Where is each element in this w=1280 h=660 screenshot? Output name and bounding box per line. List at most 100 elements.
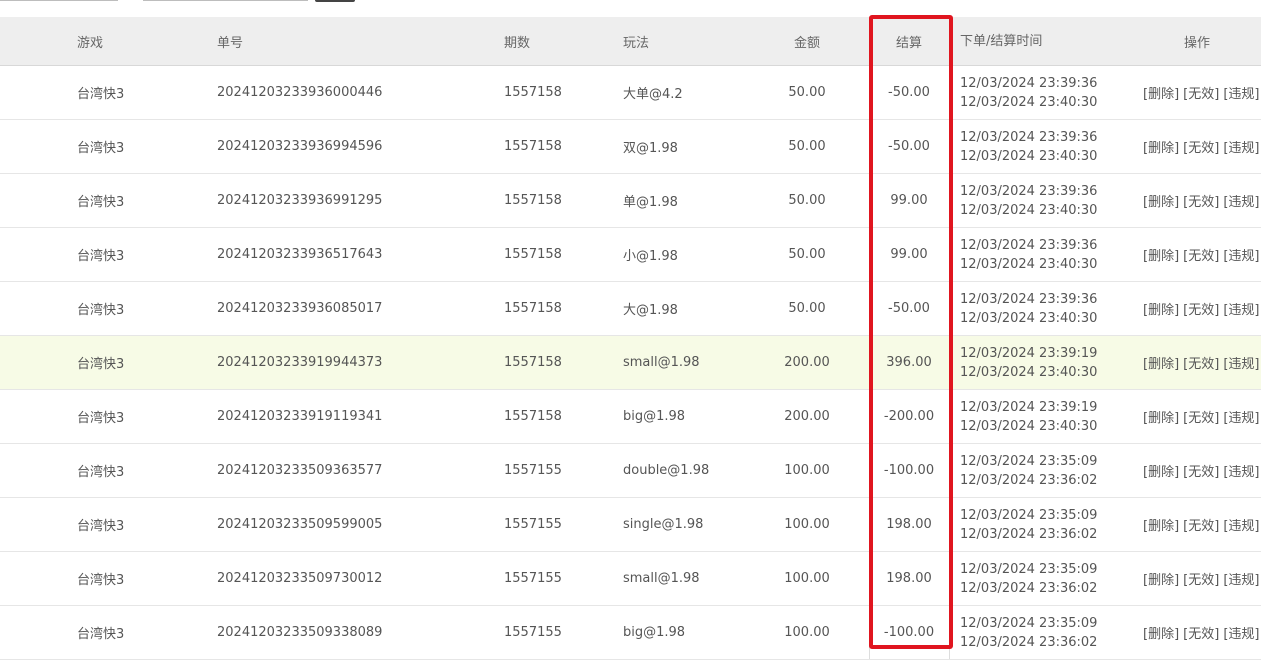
column-divider	[869, 552, 870, 605]
column-divider	[949, 552, 950, 605]
delete-link[interactable]: [删除]	[1143, 407, 1179, 426]
cell-settle: 198.00	[886, 571, 932, 586]
column-divider	[949, 444, 950, 497]
invalid-link[interactable]: [无效]	[1183, 137, 1219, 156]
invalid-link[interactable]: [无效]	[1183, 515, 1219, 534]
col-header-order-no: 单号	[217, 35, 244, 51]
cell-period: 1557155	[504, 463, 562, 478]
invalid-link[interactable]: [无效]	[1183, 407, 1219, 426]
cell-game: 台湾快3	[77, 357, 125, 372]
delete-link[interactable]: [删除]	[1143, 515, 1179, 534]
violation-link[interactable]: [违规]	[1223, 569, 1259, 588]
cell-amount: 100.00	[784, 571, 830, 586]
invalid-link[interactable]: [无效]	[1183, 623, 1219, 642]
filter-input-end[interactable]	[143, 0, 308, 1]
delete-link[interactable]: [删除]	[1143, 623, 1179, 642]
col-header-settle: 结算	[895, 35, 922, 51]
violation-link[interactable]: [违规]	[1223, 515, 1259, 534]
cell-game: 台湾快3	[77, 627, 125, 642]
column-divider	[869, 606, 870, 659]
violation-link[interactable]: [违规]	[1223, 407, 1259, 426]
cell-time: 12/03/2024 23:35:09 12/03/2024 23:36:02	[960, 498, 1097, 551]
cell-game: 台湾快3	[77, 519, 125, 534]
cell-play: 单@1.98	[623, 195, 678, 210]
column-divider	[949, 17, 950, 65]
violation-link[interactable]: [违规]	[1223, 83, 1259, 102]
cell-order-no: 20241203233936000446	[217, 85, 383, 100]
order-time: 12/03/2024 23:35:09	[960, 453, 1098, 469]
delete-link[interactable]: [删除]	[1143, 83, 1179, 102]
cell-ops: [删除] [无效] [违规]	[1143, 174, 1259, 227]
cell-play: single@1.98	[623, 517, 704, 532]
delete-link[interactable]: [删除]	[1143, 137, 1179, 156]
violation-link[interactable]: [违规]	[1223, 245, 1259, 264]
delete-link[interactable]: [删除]	[1143, 353, 1179, 372]
cell-ops: [删除] [无效] [违规]	[1143, 228, 1259, 281]
violation-link[interactable]: [违规]	[1223, 191, 1259, 210]
invalid-link[interactable]: [无效]	[1183, 83, 1219, 102]
delete-link[interactable]: [删除]	[1143, 245, 1179, 264]
cell-settle: 99.00	[890, 193, 928, 208]
order-time: 12/03/2024 23:39:36	[960, 75, 1098, 91]
cell-settle: -100.00	[883, 625, 935, 640]
column-divider	[869, 17, 870, 65]
cell-period: 1557158	[504, 301, 562, 316]
cell-amount: 50.00	[788, 193, 826, 208]
cell-game: 台湾快3	[77, 303, 125, 318]
column-divider	[949, 66, 950, 119]
cell-period: 1557158	[504, 85, 562, 100]
table-row: 台湾快3 20241203233509338089 1557155 big@1.98 1…	[0, 606, 1261, 660]
delete-link[interactable]: [删除]	[1143, 299, 1179, 318]
violation-link[interactable]: [违规]	[1223, 353, 1259, 372]
table-row: 台湾快3 20241203233936994596 1557158 双@1.98 50.…	[0, 120, 1261, 174]
settle-time: 12/03/2024 23:36:02	[960, 526, 1098, 542]
cell-order-no: 20241203233936991295	[217, 193, 383, 208]
settle-time: 12/03/2024 23:40:30	[960, 310, 1098, 326]
cell-order-no: 20241203233509363577	[217, 463, 383, 478]
cell-time: 12/03/2024 23:39:36 12/03/2024 23:40:30	[960, 174, 1097, 227]
invalid-link[interactable]: [无效]	[1183, 353, 1219, 372]
violation-link[interactable]: [违规]	[1223, 299, 1259, 318]
cell-order-no: 20241203233919944373	[217, 355, 383, 370]
cell-game: 台湾快3	[77, 411, 125, 426]
search-button[interactable]	[315, 0, 355, 2]
cell-settle: 99.00	[890, 247, 928, 262]
cell-play: double@1.98	[623, 463, 710, 478]
settle-time: 12/03/2024 23:40:30	[960, 148, 1098, 164]
col-header-play: 玩法	[623, 35, 650, 51]
cell-settle: -100.00	[883, 463, 935, 478]
cell-amount: 100.00	[784, 517, 830, 532]
delete-link[interactable]: [删除]	[1143, 191, 1179, 210]
cell-ops: [删除] [无效] [违规]	[1143, 120, 1259, 173]
invalid-link[interactable]: [无效]	[1183, 569, 1219, 588]
cell-game: 台湾快3	[77, 195, 125, 210]
cell-period: 1557158	[504, 193, 562, 208]
delete-link[interactable]: [删除]	[1143, 569, 1179, 588]
cell-time: 12/03/2024 23:35:09 12/03/2024 23:36:02	[960, 606, 1097, 659]
invalid-link[interactable]: [无效]	[1183, 245, 1219, 264]
delete-link[interactable]: [删除]	[1143, 461, 1179, 480]
invalid-link[interactable]: [无效]	[1183, 461, 1219, 480]
order-time: 12/03/2024 23:39:36	[960, 183, 1098, 199]
cell-order-no: 20241203233936994596	[217, 139, 383, 154]
order-time: 12/03/2024 23:39:19	[960, 399, 1098, 415]
cell-settle: 396.00	[886, 355, 932, 370]
filter-bar	[0, 0, 1280, 16]
cell-period: 1557155	[504, 517, 562, 532]
invalid-link[interactable]: [无效]	[1183, 191, 1219, 210]
violation-link[interactable]: [违规]	[1223, 623, 1259, 642]
cell-play: small@1.98	[623, 355, 700, 370]
settle-time: 12/03/2024 23:40:30	[960, 256, 1098, 272]
settle-time: 12/03/2024 23:40:30	[960, 418, 1098, 434]
cell-settle: -200.00	[883, 409, 935, 424]
violation-link[interactable]: [违规]	[1223, 137, 1259, 156]
cell-game: 台湾快3	[77, 249, 125, 264]
table-row: 台湾快3 20241203233936000446 1557158 大单@4.2 50.…	[0, 66, 1261, 120]
filter-input-start[interactable]	[0, 0, 118, 1]
settle-time: 12/03/2024 23:40:30	[960, 94, 1098, 110]
column-divider	[949, 336, 950, 389]
column-divider	[869, 174, 870, 227]
settle-time: 12/03/2024 23:40:30	[960, 202, 1098, 218]
violation-link[interactable]: [违规]	[1223, 461, 1259, 480]
invalid-link[interactable]: [无效]	[1183, 299, 1219, 318]
